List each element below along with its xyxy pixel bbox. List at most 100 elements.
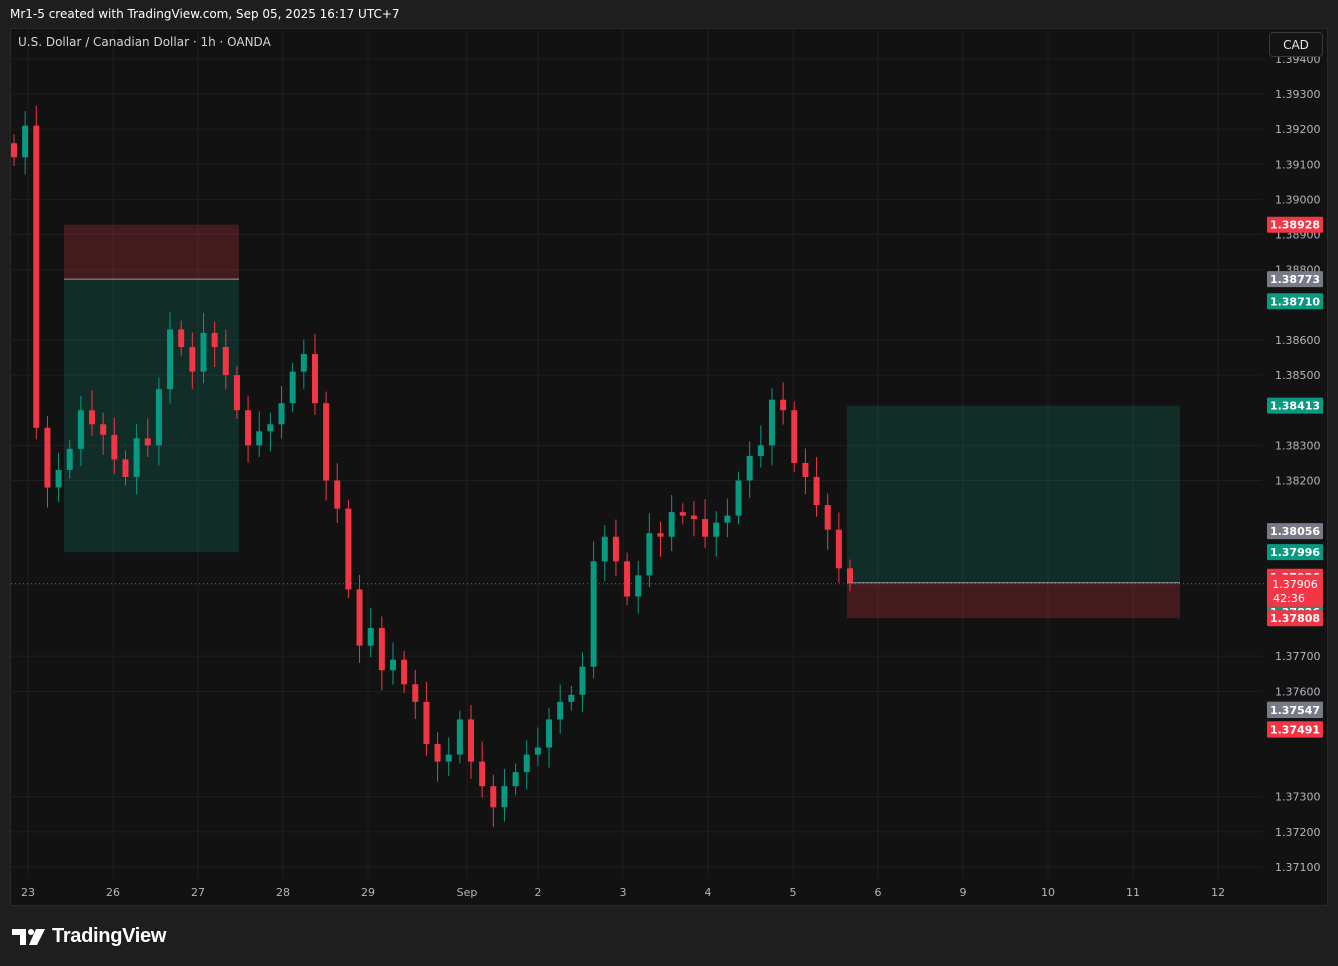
- x-tick-label: Sep: [457, 886, 478, 899]
- candle-body: [167, 329, 174, 390]
- y-tick-label: 1.38500: [1275, 369, 1321, 382]
- tradingview-logo[interactable]: TradingView: [12, 925, 166, 948]
- candle-body: [189, 346, 196, 372]
- candle-body: [122, 459, 129, 477]
- candle-body: [523, 754, 530, 773]
- candle-body: [534, 747, 541, 755]
- stop-zone: [847, 582, 1180, 619]
- x-tick-label: 27: [191, 886, 205, 899]
- candle-body: [657, 533, 664, 537]
- candle-body: [211, 332, 218, 347]
- candle-body: [356, 589, 363, 646]
- x-tick-label: 26: [106, 886, 120, 899]
- candle-body: [367, 628, 374, 646]
- candle-body: [824, 505, 831, 530]
- candle-body: [44, 427, 51, 488]
- x-tick-label: 28: [276, 886, 290, 899]
- candle-body: [289, 371, 296, 404]
- candle-body: [713, 522, 720, 537]
- x-tick-label: 29: [361, 886, 375, 899]
- candle-body: [245, 410, 252, 446]
- x-tick-label: 23: [21, 886, 35, 899]
- candle-body: [345, 508, 352, 590]
- candle-body: [334, 480, 341, 509]
- y-tick-label: 1.38600: [1275, 334, 1321, 347]
- y-tick-label: 1.39200: [1275, 123, 1321, 136]
- price-chart[interactable]: 1.393001.392001.391001.390001.389001.388…: [0, 0, 1338, 966]
- target-zone: [847, 405, 1180, 583]
- candle-body: [768, 399, 775, 446]
- candle-body: [791, 410, 798, 463]
- y-tick-label: 1.37300: [1275, 791, 1321, 804]
- tradingview-wordmark: TradingView: [52, 925, 167, 947]
- candle-body: [401, 659, 408, 685]
- candle-body: [456, 719, 463, 755]
- candle-body: [89, 410, 96, 425]
- price-badge-text: 1.37996: [1270, 546, 1320, 559]
- price-badge-text: 1.38413: [1270, 400, 1320, 413]
- candle-body: [66, 448, 73, 470]
- candle-body: [389, 659, 396, 671]
- candle-body: [624, 561, 631, 597]
- candle-body: [55, 469, 62, 488]
- candle-body: [233, 375, 240, 411]
- x-tick-label: 5: [790, 886, 797, 899]
- current-price-text: 1.37906: [1272, 578, 1318, 591]
- candle-body: [557, 701, 564, 720]
- y-tick-label: 1.37100: [1275, 861, 1321, 874]
- x-tick-label: 11: [1126, 886, 1140, 899]
- y-tick-label: 1.38300: [1275, 439, 1321, 452]
- price-badge-text: 1.38773: [1270, 273, 1320, 286]
- y-tick-label: 1.39100: [1275, 158, 1321, 171]
- x-tick-label: 4: [705, 886, 712, 899]
- currency-button[interactable]: CAD: [1269, 32, 1323, 57]
- candle-body: [546, 719, 553, 748]
- candle-body: [144, 438, 151, 446]
- candle-body: [111, 434, 118, 460]
- candle-body: [724, 515, 731, 523]
- candle-body: [679, 512, 686, 516]
- candle-body: [278, 403, 285, 425]
- candle-body: [100, 424, 107, 435]
- x-tick-label: 12: [1211, 886, 1225, 899]
- candle-body: [635, 575, 642, 597]
- candle-body: [178, 329, 185, 347]
- candle-body: [222, 346, 229, 376]
- candle-body: [813, 476, 820, 506]
- candle-body: [746, 455, 753, 481]
- candle-body: [702, 519, 709, 537]
- candle-body: [133, 438, 140, 477]
- footer: [0, 906, 1338, 966]
- candle-body: [835, 529, 842, 569]
- symbol-title: U.S. Dollar / Canadian Dollar · 1h · OAN…: [18, 35, 271, 49]
- candle-body: [579, 666, 586, 695]
- candle-body: [735, 480, 742, 516]
- candle-body: [300, 354, 307, 372]
- y-tick-label: 1.37600: [1275, 685, 1321, 698]
- candle-body: [601, 536, 608, 562]
- candle-body: [802, 462, 809, 477]
- candle-body: [22, 125, 29, 158]
- candle-body: [512, 772, 519, 787]
- price-badge-text: 1.38056: [1270, 525, 1320, 538]
- candle-body: [568, 694, 575, 702]
- y-tick-label: 1.37700: [1275, 650, 1321, 663]
- candle-body: [501, 786, 508, 808]
- candle-body: [590, 561, 597, 667]
- candle-body: [757, 445, 764, 456]
- candle-body: [423, 701, 430, 745]
- price-badge-text: 1.37547: [1270, 704, 1320, 717]
- x-tick-label: 2: [535, 886, 542, 899]
- candle-body: [323, 403, 330, 481]
- candle-body: [311, 354, 318, 404]
- y-tick-label: 1.37200: [1275, 826, 1321, 839]
- candle-body: [200, 332, 207, 372]
- candle-body: [33, 125, 40, 428]
- candle-body: [612, 536, 619, 562]
- candle-body: [412, 684, 419, 702]
- candle-body: [490, 786, 497, 808]
- price-badge-text: 1.37808: [1270, 612, 1320, 625]
- candle-body: [77, 410, 84, 449]
- countdown-text: 42:36: [1273, 592, 1305, 605]
- x-tick-label: 3: [620, 886, 627, 899]
